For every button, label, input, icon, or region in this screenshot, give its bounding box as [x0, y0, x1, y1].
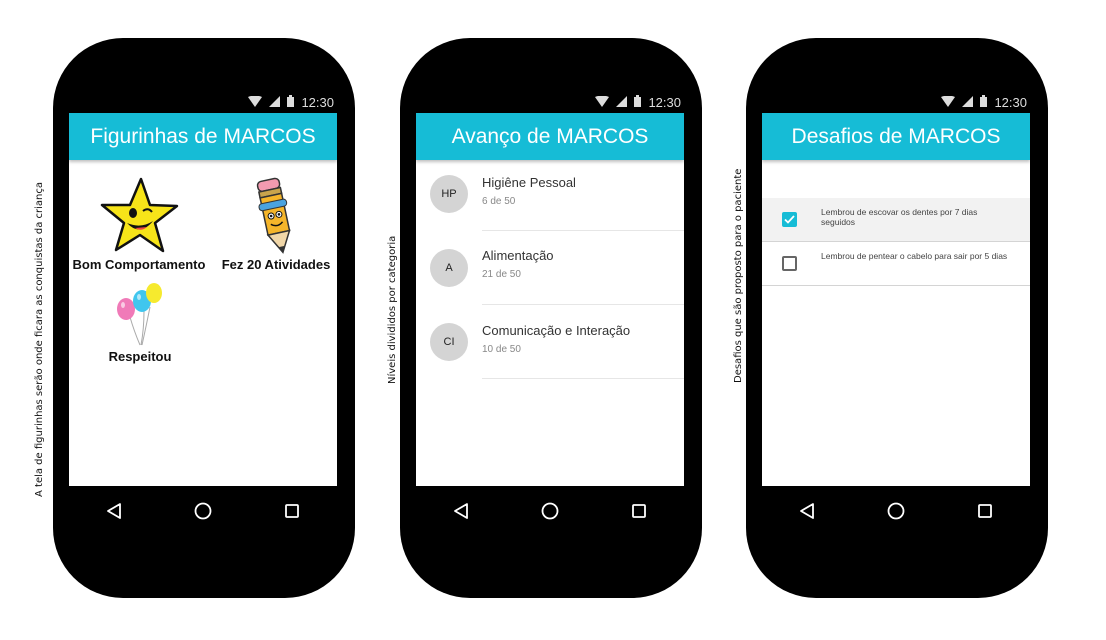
app-bar: Desafios de MARCOS — [762, 113, 1030, 160]
battery-icon — [980, 95, 988, 110]
checkmark-icon — [784, 215, 795, 224]
phone-figurinhas: 12:30 Figurinhas de MARCOS Bom Comportam… — [53, 38, 355, 598]
category-progress: 6 de 50 — [482, 196, 516, 207]
sticker-label: Bom Comportamento — [72, 257, 206, 272]
challenge-checkbox[interactable] — [782, 256, 797, 271]
challenge-checkbox[interactable] — [782, 212, 797, 227]
challenge-text: Lembrou de pentear o cabelo para sair po… — [821, 251, 1008, 261]
battery-icon — [287, 95, 295, 110]
home-icon[interactable] — [183, 491, 223, 531]
sticker-respeitou[interactable]: Respeitou — [85, 281, 195, 364]
page-title: Figurinhas de MARCOS — [90, 124, 316, 148]
divider — [482, 304, 684, 305]
category-name: Alimentação — [482, 248, 554, 263]
star-icon — [69, 175, 209, 257]
phone-desafios: 12:30 Desafios de MARCOS Lembrou de esco… — [746, 38, 1048, 598]
challenge-row-pentear[interactable]: Lembrou de pentear o cabelo para sair po… — [762, 242, 1030, 286]
caption-figurinhas: A tela de figurinhas serão onde ficara a… — [34, 181, 45, 497]
divider — [482, 230, 684, 231]
category-progress: 10 de 50 — [482, 344, 521, 355]
category-name: Higiêne Pessoal — [482, 175, 576, 190]
status-time: 12:30 — [301, 95, 334, 110]
screen-desafios: 12:30 Desafios de MARCOS Lembrou de esco… — [762, 93, 1030, 486]
divider — [482, 378, 684, 379]
category-name: Comunicação e Interação — [482, 323, 631, 338]
recents-icon[interactable] — [619, 491, 659, 531]
sticker-bom-comportamento[interactable]: Bom Comportamento — [69, 175, 209, 272]
home-icon[interactable] — [530, 491, 570, 531]
caption-niveis: Níveis divididos por categoria — [387, 235, 398, 384]
nav-bar — [416, 486, 684, 536]
screen-avanco: 12:30 Avanço de MARCOS HP Higiêne Pessoa… — [416, 93, 684, 486]
avatar: HP — [430, 175, 468, 213]
page-title: Desafios de MARCOS — [791, 124, 1001, 148]
avatar: A — [430, 249, 468, 287]
wifi-icon — [248, 95, 263, 110]
status-bar: 12:30 — [416, 93, 684, 113]
category-row-comunicacao[interactable]: CI Comunicação e Interação 10 de 50 — [416, 308, 684, 380]
wifi-icon — [595, 95, 610, 110]
status-bar: 12:30 — [69, 93, 337, 113]
recents-icon[interactable] — [965, 491, 1005, 531]
category-row-alimentacao[interactable]: A Alimentação 21 de 50 — [416, 234, 684, 306]
battery-icon — [634, 95, 642, 110]
challenge-row-escovar[interactable]: Lembrou de escovar os dentes por 7 dias … — [762, 198, 1030, 242]
screen-figurinhas: 12:30 Figurinhas de MARCOS Bom Comportam… — [69, 93, 337, 486]
pencil-icon — [215, 175, 337, 257]
status-bar: 12:30 — [762, 93, 1030, 113]
home-icon[interactable] — [876, 491, 916, 531]
nav-bar — [69, 486, 337, 536]
nav-bar — [762, 486, 1030, 536]
wifi-icon — [941, 95, 956, 110]
signal-icon — [616, 95, 628, 110]
balloons-icon — [85, 281, 195, 349]
caption-desafios: Desafios que são proposto para o pacient… — [733, 168, 744, 383]
sticker-label: Fez 20 Atividades — [221, 257, 331, 272]
status-time: 12:30 — [648, 95, 681, 110]
sticker-fez-20-atividades[interactable]: Fez 20 Atividades — [215, 175, 337, 272]
app-bar: Avanço de MARCOS — [416, 113, 684, 160]
phone-avanco: 12:30 Avanço de MARCOS HP Higiêne Pessoa… — [400, 38, 702, 598]
page-title: Avanço de MARCOS — [451, 124, 649, 148]
challenge-text: Lembrou de escovar os dentes por 7 dias … — [821, 207, 978, 227]
back-icon[interactable] — [94, 491, 134, 531]
sticker-label: Respeitou — [108, 349, 172, 364]
back-icon[interactable] — [441, 491, 481, 531]
status-time: 12:30 — [994, 95, 1027, 110]
app-bar: Figurinhas de MARCOS — [69, 113, 337, 160]
signal-icon — [962, 95, 974, 110]
avatar: CI — [430, 323, 468, 361]
recents-icon[interactable] — [272, 491, 312, 531]
signal-icon — [269, 95, 281, 110]
category-row-higiene[interactable]: HP Higiêne Pessoal 6 de 50 — [416, 160, 684, 232]
back-icon[interactable] — [787, 491, 827, 531]
category-progress: 21 de 50 — [482, 269, 521, 280]
